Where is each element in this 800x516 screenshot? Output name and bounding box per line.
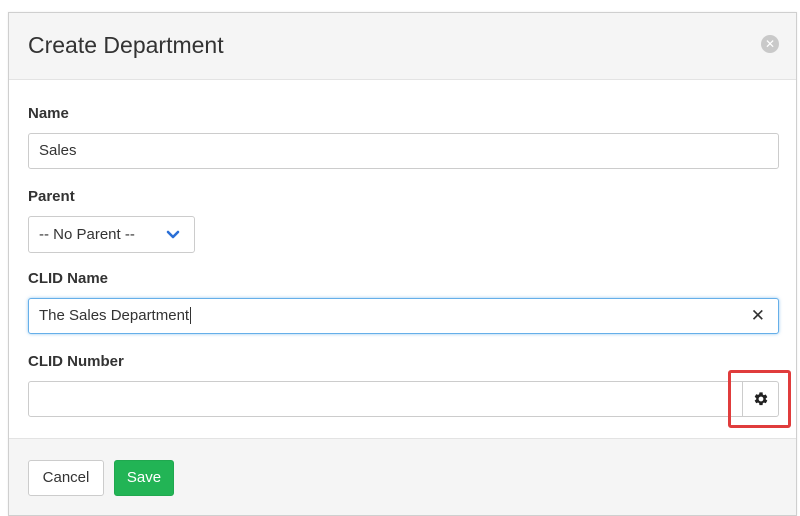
- close-icon[interactable]: ✕: [751, 299, 765, 333]
- parent-select-value: -- No Parent --: [39, 226, 135, 243]
- highlight-annotation: [728, 370, 791, 428]
- chevron-down-icon: [166, 217, 180, 252]
- parent-select[interactable]: -- No Parent --: [28, 216, 195, 253]
- dialog-footer: Cancel Save: [9, 438, 796, 515]
- clid-name-input[interactable]: The Sales Department ✕: [28, 298, 779, 334]
- dialog-title: Create Department: [28, 32, 224, 58]
- cancel-button[interactable]: Cancel: [28, 460, 104, 496]
- create-department-dialog: Create Department ✕ Name Sales Parent --…: [8, 12, 797, 516]
- clid-number-label: CLID Number: [28, 353, 124, 370]
- parent-label: Parent: [28, 188, 75, 205]
- save-button[interactable]: Save: [114, 460, 174, 496]
- text-cursor: [190, 307, 192, 324]
- clid-name-input-value: The Sales Department: [39, 307, 190, 324]
- dialog-header: Create Department ✕: [9, 13, 796, 80]
- name-input-value: Sales: [39, 142, 77, 159]
- clid-number-input[interactable]: [28, 381, 743, 417]
- name-label: Name: [28, 105, 69, 122]
- close-icon[interactable]: ✕: [761, 35, 779, 53]
- name-input[interactable]: Sales: [28, 133, 779, 169]
- clid-name-label: CLID Name: [28, 270, 109, 287]
